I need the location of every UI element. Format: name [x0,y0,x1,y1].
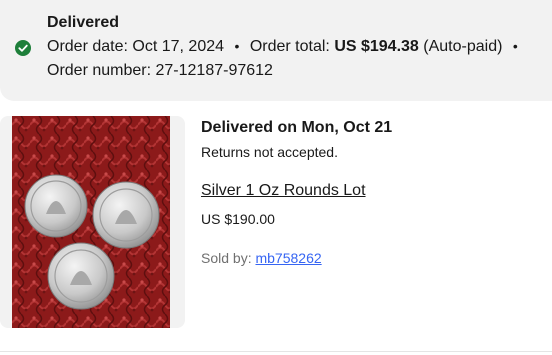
item-photo [12,116,170,328]
item-price: US $190.00 [201,211,275,227]
payment-note: (Auto-paid) [423,38,503,55]
separator-dot: • [512,38,518,54]
sold-by-label: Sold by: [201,250,252,266]
item-thumbnail[interactable] [0,116,185,328]
check-circle-icon [15,40,31,56]
order-info-line: Order date: Oct 17, 2024 • Order total: … [47,38,524,56]
order-date: Oct 17, 2024 [132,38,225,55]
sold-by-line: Sold by: mb758262 [201,250,322,266]
order-date-label: Order date: [47,38,128,55]
item-title-link[interactable]: Silver 1 Oz Rounds Lot [201,182,366,200]
order-status: Delivered [47,14,120,31]
separator-dot: • [234,38,240,54]
divider [0,351,552,352]
seller-link[interactable]: mb758262 [255,250,321,266]
order-number: 27-12187-97612 [155,62,273,79]
delivery-status: Delivered on Mon, Oct 21 [201,119,393,136]
order-total: US $194.38 [334,38,419,55]
order-number-label: Order number: [47,62,152,79]
order-number-line: Order number: 27-12187-97612 [47,62,273,80]
order-total-label: Order total: [249,38,330,55]
order-summary-header: Delivered Order date: Oct 17, 2024 • Ord… [0,0,552,101]
returns-note: Returns not accepted. [201,144,338,160]
